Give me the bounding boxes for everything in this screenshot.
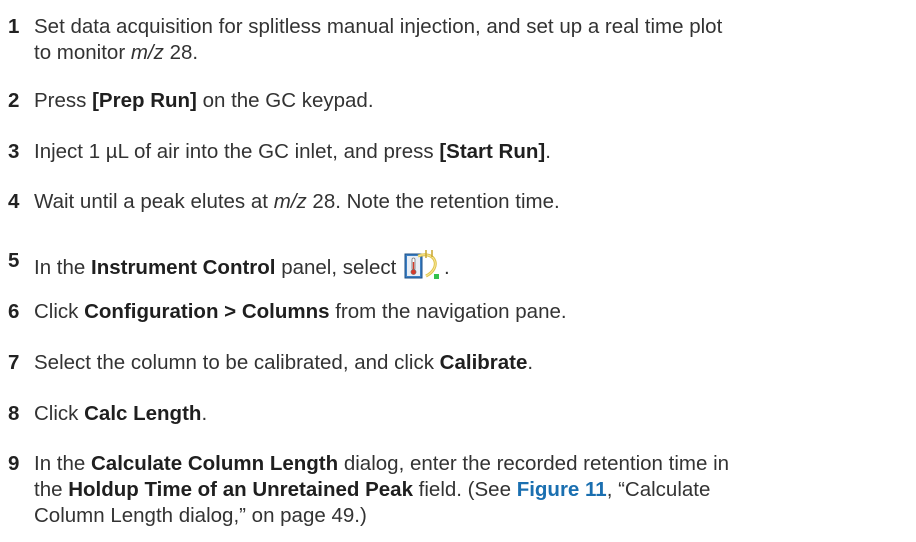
step-text: In the Calculate Column Length dialog, e… [34,452,730,527]
keypad-key: [Start Run] [439,140,546,163]
step-number: 3 [8,140,20,163]
step-number: 5 [8,249,20,272]
figure-link[interactable]: Figure 11 [517,478,607,501]
step-number: 1 [8,15,20,38]
step-number: 9 [8,452,20,475]
step-text: In the Instrument Control panel, select … [34,248,914,289]
gc-column-configuration-icon [404,248,442,289]
procedure-steps: 1 Set data acquisition for splitless man… [0,0,916,542]
step-number: 6 [8,300,20,323]
step-text: Click Configuration > Columns from the n… [34,300,567,323]
step-text: Wait until a peak elutes at m/z 28. Note… [34,190,560,213]
step-text: Select the column to be calibrated, and … [34,351,534,374]
step-text: Press [Prep Run] on the GC keypad. [34,89,374,112]
step-number: 2 [8,89,20,112]
step-text: Set data acquisition for splitless manua… [34,15,723,64]
keypad-key: [Prep Run] [92,89,197,112]
step-number: 8 [8,402,20,425]
step-text: Click Calc Length. [34,402,208,425]
step-text: Inject 1 µL of air into the GC inlet, an… [34,140,551,163]
step-number: 7 [8,351,20,374]
step-number: 4 [8,190,20,213]
